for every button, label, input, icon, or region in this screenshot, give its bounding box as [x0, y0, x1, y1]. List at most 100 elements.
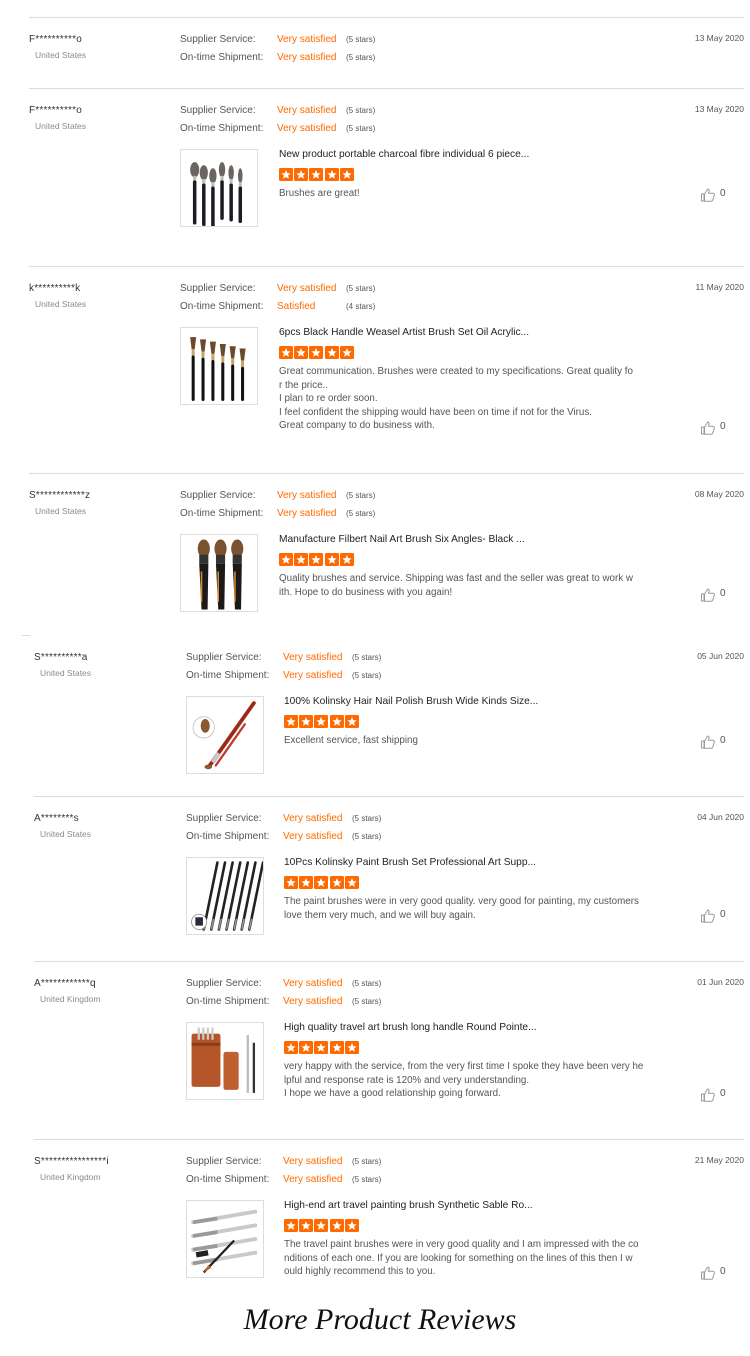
star-icon [309, 346, 324, 359]
review-text: The paint brushes were in very good qual… [284, 895, 660, 922]
product-thumbnail[interactable] [186, 696, 264, 774]
star-icon [344, 1219, 359, 1232]
review-divider [29, 266, 744, 267]
review-star-rating [284, 876, 360, 890]
buyer-country: United States [35, 121, 87, 131]
review-text-line: Brushes are great! [279, 188, 360, 199]
ontime-shipment-rating: Very satisfied [277, 123, 337, 134]
review-text-line: nditions of each one. If you are looking… [284, 1252, 633, 1264]
star-icon [329, 715, 344, 728]
product-thumbnail[interactable] [186, 1022, 264, 1100]
review-date: 13 May 2020 [694, 104, 744, 114]
review-star-rating [284, 1219, 360, 1233]
thumbs-up-icon[interactable] [700, 909, 716, 923]
ontime-shipment-stars: (5 stars) [346, 53, 376, 62]
supplier-service-rating: Very satisfied [283, 978, 343, 989]
like-count: 0 [720, 588, 726, 599]
supplier-service-rating: Very satisfied [283, 813, 343, 824]
review-star-rating [279, 553, 355, 567]
star-icon [344, 876, 359, 889]
ontime-shipment-label: On-time Shipment: [180, 52, 264, 63]
more-reviews-heading[interactable]: More Product Reviews [0, 1303, 750, 1337]
buyer-country: United States [35, 506, 87, 516]
buyer-name: A************q [34, 978, 96, 989]
star-icon [324, 168, 339, 181]
thumbs-up-icon[interactable] [700, 188, 716, 202]
supplier-service-stars: (5 stars) [352, 1157, 382, 1166]
review-text: The travel paint brushes were in very go… [284, 1238, 660, 1279]
supplier-service-label: Supplier Service: [186, 813, 262, 824]
buyer-country: United States [40, 829, 92, 839]
review-text-line: Quality brushes and service. Shipping wa… [279, 573, 633, 584]
ontime-shipment-rating: Satisfied [277, 301, 316, 312]
review-star-rating [279, 346, 355, 360]
product-thumbnail[interactable] [186, 857, 264, 935]
review-text-line: The paint brushes were in very good qual… [284, 896, 639, 907]
like-count: 0 [720, 1266, 726, 1277]
product-title-link[interactable]: High-end art travel painting brush Synth… [284, 1200, 533, 1211]
buyer-name: F**********o [29, 34, 82, 45]
review-star-rating [284, 715, 360, 729]
ontime-shipment-label: On-time Shipment: [180, 123, 264, 134]
ontime-shipment-stars: (5 stars) [352, 997, 382, 1006]
thumbs-up-icon[interactable] [700, 735, 716, 749]
product-thumbnail[interactable] [180, 149, 258, 227]
star-icon [279, 346, 293, 359]
thumbs-up-icon[interactable] [700, 1088, 716, 1102]
buyer-country: United States [40, 668, 92, 678]
product-title-link[interactable]: New product portable charcoal fibre indi… [279, 149, 529, 160]
product-thumbnail[interactable] [180, 534, 258, 612]
ontime-shipment-stars: (4 stars) [346, 302, 376, 311]
star-icon [344, 715, 359, 728]
review-text-line: Great company to do business with. [279, 420, 435, 432]
supplier-service-label: Supplier Service: [180, 105, 256, 116]
star-icon [314, 1041, 329, 1054]
star-icon [294, 553, 309, 566]
supplier-service-stars: (5 stars) [346, 106, 376, 115]
product-title-link[interactable]: High quality travel art brush long handl… [284, 1022, 537, 1033]
review-text: Brushes are great! [279, 187, 655, 201]
supplier-service-label: Supplier Service: [186, 1156, 262, 1167]
star-icon [299, 715, 314, 728]
review-date: 05 Jun 2020 [697, 651, 744, 661]
star-icon [299, 876, 314, 889]
star-icon [284, 1219, 298, 1232]
like-count: 0 [720, 421, 726, 432]
product-title-link[interactable]: Manufacture Filbert Nail Art Brush Six A… [279, 534, 525, 545]
buyer-name: A********s [34, 813, 79, 824]
product-title-link[interactable]: 10Pcs Kolinsky Paint Brush Set Professio… [284, 857, 536, 868]
product-title-link[interactable]: 100% Kolinsky Hair Nail Polish Brush Wid… [284, 696, 538, 707]
ontime-shipment-rating: Very satisfied [277, 52, 337, 63]
ontime-shipment-label: On-time Shipment: [186, 670, 270, 681]
review-star-rating [284, 1041, 360, 1055]
product-thumbnail[interactable] [180, 327, 258, 405]
supplier-service-label: Supplier Service: [186, 978, 262, 989]
ontime-shipment-rating: Very satisfied [283, 670, 343, 681]
star-icon [314, 1219, 329, 1232]
thumbs-up-icon[interactable] [700, 1266, 716, 1280]
buyer-name: S****************i [34, 1156, 109, 1167]
thumbs-up-icon[interactable] [700, 588, 716, 602]
supplier-service-stars: (5 stars) [346, 491, 376, 500]
review-date: 11 May 2020 [695, 282, 744, 292]
supplier-service-label: Supplier Service: [180, 283, 256, 294]
buyer-country: United Kingdom [40, 994, 101, 1004]
product-thumbnail[interactable] [186, 1200, 264, 1278]
review-divider [22, 635, 30, 636]
supplier-service-label: Supplier Service: [180, 34, 256, 45]
review-text-line: Great communication. Brushes were create… [279, 366, 633, 377]
review-text: Quality brushes and service. Shipping wa… [279, 572, 655, 599]
supplier-service-label: Supplier Service: [180, 490, 256, 501]
star-icon [344, 1041, 359, 1054]
star-icon [324, 346, 339, 359]
star-icon [339, 346, 354, 359]
ontime-shipment-label: On-time Shipment: [180, 301, 264, 312]
review-divider [29, 17, 744, 18]
like-count: 0 [720, 1088, 726, 1099]
buyer-country: United Kingdom [40, 1172, 101, 1182]
product-title-link[interactable]: 6pcs Black Handle Weasel Artist Brush Se… [279, 327, 529, 338]
star-icon [299, 1219, 314, 1232]
ontime-shipment-stars: (5 stars) [346, 124, 376, 133]
ontime-shipment-rating: Very satisfied [277, 508, 337, 519]
thumbs-up-icon[interactable] [700, 421, 716, 435]
